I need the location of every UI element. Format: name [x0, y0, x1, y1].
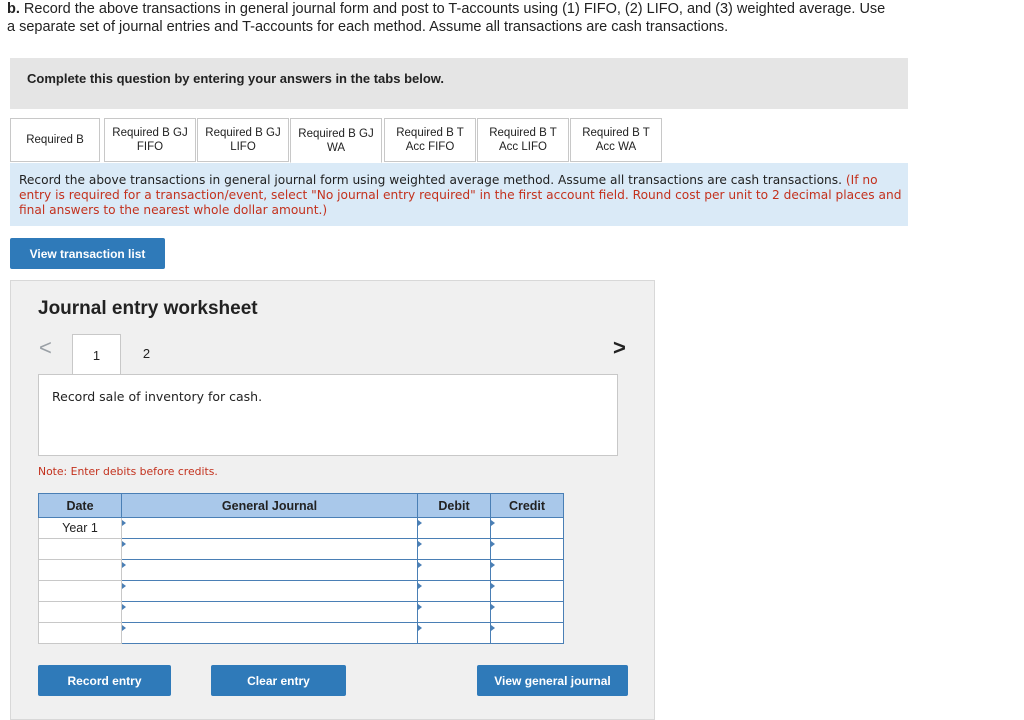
- tab-required-b-gj-fifo[interactable]: Required B GJ FIFO: [104, 118, 196, 162]
- tab-required-b-t-acc-lifo[interactable]: Required B T Acc LIFO: [477, 118, 569, 162]
- table-row: [38, 559, 564, 581]
- account-field[interactable]: [121, 517, 418, 539]
- debit-field[interactable]: [417, 580, 491, 602]
- column-header-debit: Debit: [417, 493, 491, 518]
- account-field[interactable]: [121, 538, 418, 560]
- next-arrow-icon[interactable]: >: [613, 337, 626, 359]
- date-cell: [38, 601, 122, 623]
- record-entry-button[interactable]: Record entry: [38, 665, 171, 696]
- table-row: [38, 622, 564, 644]
- date-cell: Year 1: [38, 517, 122, 539]
- date-cell: [38, 559, 122, 581]
- credit-field[interactable]: [490, 580, 564, 602]
- table-row: [38, 580, 564, 602]
- prev-arrow-icon[interactable]: <: [39, 337, 52, 359]
- column-header-credit: Credit: [490, 493, 564, 518]
- account-field[interactable]: [121, 622, 418, 644]
- account-field[interactable]: [121, 559, 418, 581]
- debit-field[interactable]: [417, 538, 491, 560]
- table-row: [38, 538, 564, 560]
- account-field[interactable]: [121, 601, 418, 623]
- column-header-date: Date: [38, 493, 122, 518]
- view-transaction-list-button[interactable]: View transaction list: [10, 238, 165, 269]
- tab-required-b[interactable]: Required B: [10, 118, 100, 162]
- credit-field[interactable]: [490, 517, 564, 539]
- debit-field[interactable]: [417, 517, 491, 539]
- credit-field[interactable]: [490, 622, 564, 644]
- date-cell: [38, 622, 122, 644]
- question-line-2: a separate set of journal entries and T-…: [7, 19, 729, 35]
- column-header-general-journal: General Journal: [121, 493, 418, 518]
- credit-field[interactable]: [490, 538, 564, 560]
- debit-field[interactable]: [417, 559, 491, 581]
- credit-field[interactable]: [490, 559, 564, 581]
- date-cell: [38, 538, 122, 560]
- table-row: [38, 601, 564, 623]
- debit-field[interactable]: [417, 622, 491, 644]
- transaction-description: Record sale of inventory for cash.: [52, 389, 263, 404]
- clear-entry-button[interactable]: Clear entry: [211, 665, 346, 696]
- question-line-1: Record the above transactions in general…: [23, 1, 886, 17]
- credit-field[interactable]: [490, 601, 564, 623]
- page-tab-2[interactable]: 2: [122, 334, 171, 372]
- view-general-journal-button[interactable]: View general journal: [477, 665, 628, 696]
- tab-required-b-t-acc-fifo[interactable]: Required B T Acc FIFO: [384, 118, 476, 162]
- tab-required-b-gj-wa[interactable]: Required B GJ WA: [290, 118, 382, 163]
- question-text: b. Record the above transactions in gene…: [7, 0, 1007, 36]
- page-tab-1[interactable]: 1: [72, 334, 121, 375]
- account-field[interactable]: [121, 580, 418, 602]
- worksheet-title: Journal entry worksheet: [38, 298, 258, 319]
- debit-field[interactable]: [417, 601, 491, 623]
- tab-required-b-t-acc-wa[interactable]: Required B T Acc WA: [570, 118, 662, 162]
- journal-table: Date General Journal Debit Credit Year 1: [38, 493, 564, 644]
- instruction-text: Record the above transactions in general…: [19, 173, 904, 218]
- banner-text: Complete this question by entering your …: [27, 71, 445, 86]
- transaction-description-box: [38, 374, 618, 456]
- date-cell: [38, 580, 122, 602]
- question-prefix: b.: [7, 1, 20, 17]
- table-row: Year 1: [38, 517, 564, 539]
- debits-note: Note: Enter debits before credits.: [38, 465, 218, 478]
- tab-required-b-gj-lifo[interactable]: Required B GJ LIFO: [197, 118, 289, 162]
- instruction-main: Record the above transactions in general…: [19, 173, 842, 187]
